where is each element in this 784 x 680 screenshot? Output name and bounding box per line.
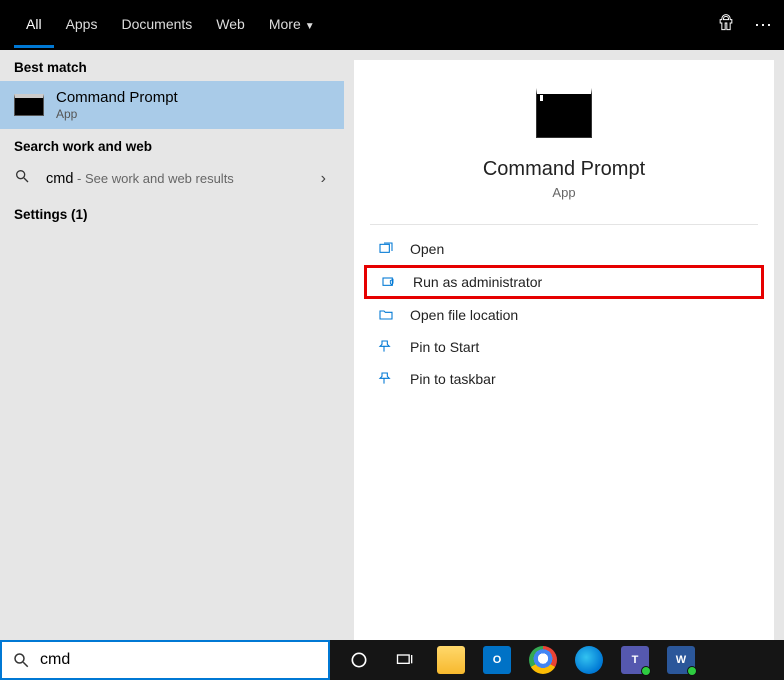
more-options-icon[interactable]: ⋯ [754,15,774,36]
chevron-right-icon: › [321,170,326,188]
section-search-work-web: Search work and web [0,129,344,160]
search-icon [14,168,32,189]
result-title: Command Prompt [56,89,178,106]
section-best-match: Best match [0,50,344,81]
action-label: Run as administrator [413,274,542,290]
result-web-search[interactable]: cmd - See work and web results › [0,160,344,197]
action-open-file-location[interactable]: Open file location [354,299,774,331]
folder-icon [376,307,396,323]
tab-web[interactable]: Web [204,2,257,48]
taskbar-chrome[interactable] [520,640,566,680]
section-settings[interactable]: Settings (1) [0,197,344,228]
taskbar-task-view[interactable] [382,640,428,680]
action-label: Pin to taskbar [410,371,496,387]
search-tabs-bar: All Apps Documents Web More▼ ⋯ [0,0,784,50]
taskbar-edge[interactable] [566,640,612,680]
tab-all[interactable]: All [14,2,54,48]
action-label: Open file location [410,307,518,323]
tab-apps[interactable]: Apps [54,2,110,48]
action-run-as-administrator[interactable]: Run as administrator [364,265,764,299]
open-icon [376,241,396,257]
action-label: Open [410,241,444,257]
taskbar-word[interactable]: W [658,640,704,680]
taskbar-teams[interactable]: T [612,640,658,680]
preview-pane: Command Prompt App Open Run as administr… [354,60,774,640]
taskbar-file-explorer[interactable] [428,640,474,680]
action-open[interactable]: Open [354,233,774,265]
taskbar-cortana[interactable] [336,640,382,680]
action-pin-to-taskbar[interactable]: Pin to taskbar [354,363,774,395]
search-box[interactable] [0,640,330,680]
taskbar: O T W [330,640,784,680]
command-prompt-icon [14,94,44,116]
web-query-text: cmd [46,171,73,187]
action-pin-to-start[interactable]: Pin to Start [354,331,774,363]
preview-subtitle: App [354,185,774,200]
pin-taskbar-icon [376,371,396,387]
search-input[interactable] [40,651,318,669]
preview-title: Command Prompt [354,158,774,181]
pin-start-icon [376,339,396,355]
search-icon [12,651,30,669]
action-label: Pin to Start [410,339,479,355]
web-query-hint: - See work and web results [73,171,233,186]
taskbar-outlook[interactable]: O [474,640,520,680]
preview-app-icon [536,88,592,138]
results-pane: Best match Command Prompt App Search wor… [0,50,344,640]
result-command-prompt[interactable]: Command Prompt App [0,81,344,129]
tab-documents[interactable]: Documents [109,2,204,48]
feedback-icon[interactable] [716,13,736,38]
result-subtitle: App [56,107,178,121]
tab-more[interactable]: More▼ [257,2,327,48]
divider [370,224,758,225]
chevron-down-icon: ▼ [305,21,315,32]
admin-shield-icon [379,274,399,290]
